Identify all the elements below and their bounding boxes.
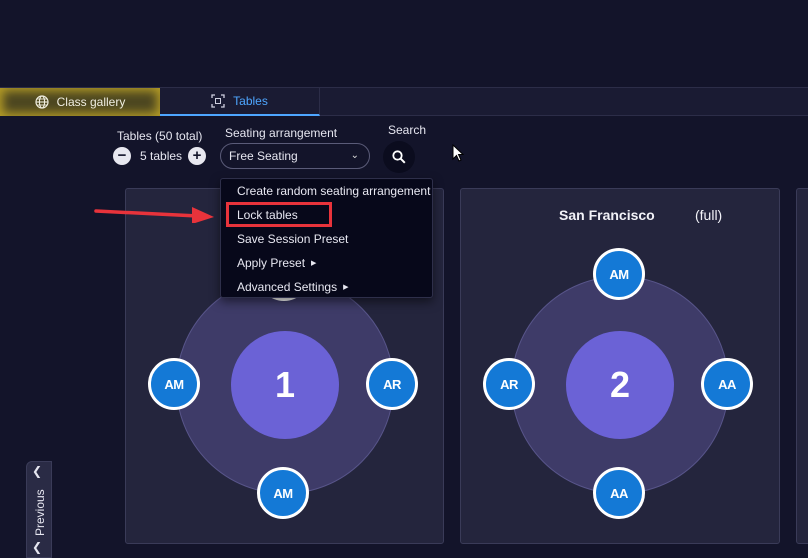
seating-arrangement-value: Free Seating	[229, 149, 298, 163]
chevron-down-icon: ⌄	[350, 150, 359, 161]
seat-bottom[interactable]: AM	[257, 467, 309, 519]
seat-right[interactable]: AR	[366, 358, 418, 410]
search-label: Search	[388, 123, 427, 137]
tab-class-gallery[interactable]: Class gallery	[0, 88, 160, 116]
search-icon	[392, 150, 406, 164]
mouse-cursor-icon	[452, 144, 465, 162]
tab-tables-label: Tables	[233, 94, 268, 108]
menu-item-save-preset[interactable]: Save Session Preset	[237, 232, 348, 246]
table-name: San Francisco	[559, 207, 655, 223]
seat-right[interactable]: AA	[701, 358, 753, 410]
seat-left[interactable]: AM	[148, 358, 200, 410]
tab-tables[interactable]: Tables	[160, 88, 320, 116]
submenu-arrow-icon: ▶	[343, 284, 349, 291]
globe-icon	[35, 95, 49, 109]
menu-item-label: Create random seating arrangement	[237, 184, 431, 198]
search-button[interactable]	[383, 141, 415, 173]
chevron-up-icon: ❮	[32, 464, 43, 478]
chevron-left-icon: ❮	[32, 540, 43, 554]
menu-item-label: Advanced Settings	[237, 280, 338, 294]
tab-bar: Class gallery Tables	[0, 88, 808, 116]
menu-item-advanced-settings[interactable]: Advanced Settings ▶	[237, 280, 348, 294]
seat-left[interactable]: AR	[483, 358, 535, 410]
previous-label: Previous	[33, 489, 47, 537]
tab-class-gallery-label: Class gallery	[56, 95, 126, 109]
seat-bottom[interactable]: AA	[593, 467, 645, 519]
table-card-2[interactable]: San Francisco (full) 2 AM AR AA AA	[460, 188, 780, 544]
table-number[interactable]: 2	[566, 331, 674, 439]
annotation-highlight-box	[226, 202, 332, 227]
table-card-3[interactable]	[796, 188, 808, 544]
menu-item-create-random[interactable]: Create random seating arrangement	[237, 184, 430, 198]
menu-item-apply-preset[interactable]: Apply Preset ▶	[237, 256, 316, 270]
seat-top[interactable]: AM	[593, 248, 645, 300]
annotation-arrow-icon	[94, 207, 214, 223]
menu-item-label: Save Session Preset	[237, 232, 349, 246]
frame-icon	[211, 94, 225, 108]
tables-count-label: Tables (50 total)	[117, 129, 203, 143]
seating-arrangement-label: Seating arrangement	[225, 126, 338, 140]
seating-options-menu: Create random seating arrangement Lock t…	[220, 178, 433, 298]
menu-item-label: Apply Preset	[237, 256, 306, 270]
top-bar	[0, 0, 808, 88]
seating-arrangement-select[interactable]: Free Seating ⌄	[220, 143, 370, 169]
table-status: (full)	[695, 207, 723, 223]
table-number[interactable]: 1	[231, 331, 339, 439]
increase-tables-button[interactable]: +	[188, 147, 206, 165]
submenu-arrow-icon: ▶	[311, 260, 317, 267]
tables-count-value: 5 tables	[140, 149, 183, 163]
decrease-tables-button[interactable]: −	[113, 147, 131, 165]
